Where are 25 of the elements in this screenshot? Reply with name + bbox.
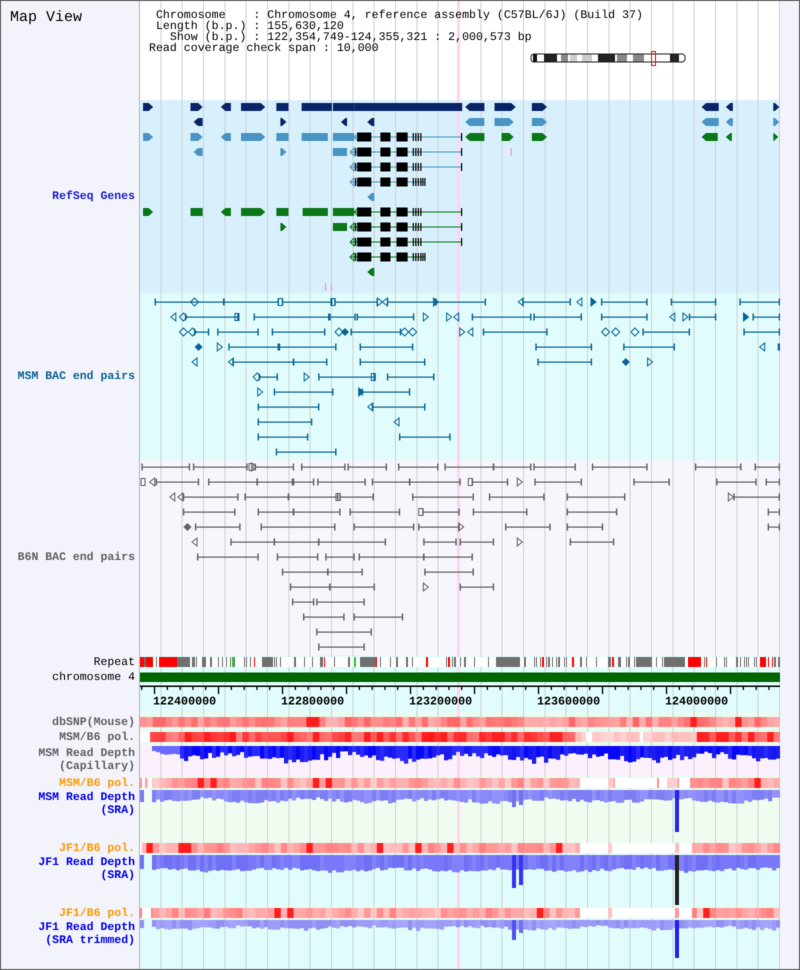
track-label: MSM Read Depth (Capillary) [37,747,135,773]
ruler-label: 123600000 [537,694,600,708]
ruler-label: 122400000 [153,694,216,708]
track-label: RefSeq Genes [52,190,135,203]
track-label: JF1 Read Depth (SRA trimmed) [37,921,135,947]
track-label: dbSNP(Mouse) [52,716,135,728]
track-label: Repeat [94,656,135,668]
track-label: MSM Read Depth (SRA) [37,791,135,817]
ruler-label: 122800000 [281,694,344,708]
position-marker [651,51,656,66]
info-line: Length (b.p.) : 155,630,120 [156,21,344,32]
track-label: JF1 Read Depth (SRA) [37,856,135,882]
track-label: MSM/B6 pol. [59,776,135,790]
track-label: MSM BAC end pairs [18,370,135,383]
info-line: Show (b.p.) : 122,354,749-124,355,321 : 2,000,573 bp [170,32,532,43]
track-label: MSM/B6 pol. [59,730,135,744]
info-line: Chromosome : Chromosome 4, reference assembly (C57BL/6J) (Build 37) [156,10,643,21]
ruler-label: 123200000 [409,694,472,708]
info-line: Read coverage check span : 10,000 [149,43,379,54]
track-label: chromosome 4 [52,670,135,684]
track-label: JF1/B6 pol. [59,906,135,920]
map-title: Map View [10,9,82,26]
ruler-label: 124000000 [665,694,728,708]
track-label: JF1/B6 pol. [59,842,135,855]
track-label: B6N BAC end pairs [18,551,135,564]
